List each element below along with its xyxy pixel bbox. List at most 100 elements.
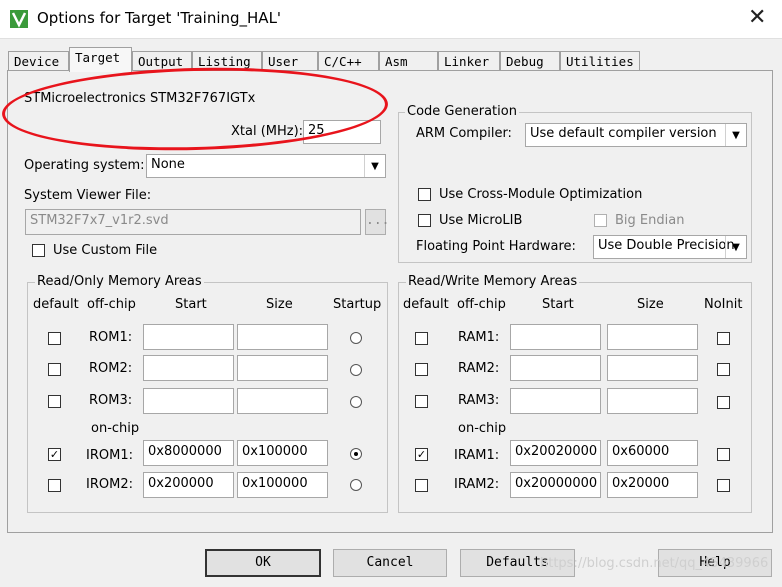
- rom2-size-input[interactable]: [237, 355, 328, 381]
- rom1-startup-radio[interactable]: [350, 332, 362, 344]
- ram3-size-input[interactable]: [607, 388, 698, 414]
- iram1-size-input[interactable]: 0x60000: [607, 440, 698, 466]
- watermark-text: https://blog.csdn.net/qq_45439966: [540, 556, 769, 571]
- rom1-label: ROM1:: [89, 330, 133, 345]
- iram1-start-input[interactable]: 0x20020000: [510, 440, 601, 466]
- ro-memory-legend: Read/Only Memory Areas: [35, 274, 204, 289]
- xtal-label: Xtal (MHz):: [231, 124, 304, 139]
- ram3-start-input[interactable]: [510, 388, 601, 414]
- cross-module-label: Use Cross-Module Optimization: [439, 187, 643, 202]
- rom3-size-input[interactable]: [237, 388, 328, 414]
- rw-header-offchip: off-chip: [457, 297, 506, 312]
- svd-browse-button[interactable]: ...: [365, 209, 389, 235]
- tab-output[interactable]: Output: [132, 51, 192, 71]
- iram1-default-checkbox[interactable]: ✓: [415, 448, 428, 461]
- microlib-checkbox[interactable]: [418, 214, 431, 227]
- ram1-start-input[interactable]: [510, 324, 601, 350]
- xtal-input[interactable]: 25: [303, 120, 381, 144]
- tab-asm[interactable]: Asm: [379, 51, 438, 71]
- chevron-down-icon: ▼: [364, 155, 385, 177]
- irom1-start-input[interactable]: 0x8000000: [143, 440, 234, 466]
- rom2-startup-radio[interactable]: [350, 364, 362, 376]
- fp-label: Floating Point Hardware:: [416, 239, 576, 254]
- irom2-size-input[interactable]: 0x100000: [237, 472, 328, 498]
- iram2-default-checkbox[interactable]: [415, 479, 428, 492]
- ram1-default-checkbox[interactable]: [415, 332, 428, 345]
- tab-utilities[interactable]: Utilities: [560, 51, 640, 71]
- irom1-startup-radio[interactable]: [350, 448, 362, 460]
- chevron-down-icon: ▼: [725, 124, 746, 146]
- os-select[interactable]: None ▼: [146, 154, 386, 178]
- irom1-default-checkbox[interactable]: ✓: [48, 448, 61, 461]
- compiler-select[interactable]: Use default compiler version ▼: [525, 123, 747, 147]
- keil-app-icon: [10, 10, 28, 28]
- svd-input[interactable]: STM32F7x7_v1r2.svd: [25, 209, 361, 235]
- tab-device[interactable]: Device: [8, 51, 69, 71]
- ok-button[interactable]: OK: [205, 549, 321, 577]
- tab-user[interactable]: User: [262, 51, 318, 71]
- cross-module-checkbox[interactable]: [418, 188, 431, 201]
- tab-cc[interactable]: C/C++: [318, 51, 379, 71]
- tab-debug[interactable]: Debug: [500, 51, 560, 71]
- iram1-label: IRAM1:: [454, 448, 500, 463]
- irom2-label: IROM2:: [86, 477, 133, 492]
- irom2-default-checkbox[interactable]: [48, 479, 61, 492]
- irom2-start-input[interactable]: 0x200000: [143, 472, 234, 498]
- ram2-size-input[interactable]: [607, 355, 698, 381]
- ram1-noinit-checkbox[interactable]: [717, 332, 730, 345]
- rw-header-start: Start: [542, 297, 574, 312]
- tab-linker[interactable]: Linker: [438, 51, 500, 71]
- ram3-noinit-checkbox[interactable]: [717, 396, 730, 409]
- ram3-label: RAM3:: [458, 393, 500, 408]
- compiler-value: Use default compiler version: [530, 126, 717, 141]
- rw-onchip-label: on-chip: [458, 421, 507, 436]
- rom3-start-input[interactable]: [143, 388, 234, 414]
- chevron-down-icon: ▼: [725, 236, 746, 258]
- iram2-label: IRAM2:: [454, 477, 500, 492]
- ro-header-default: default: [33, 297, 79, 312]
- tab-listing[interactable]: Listing: [192, 51, 262, 71]
- compiler-label: ARM Compiler:: [416, 126, 512, 141]
- ro-header-size: Size: [266, 297, 293, 312]
- ram2-noinit-checkbox[interactable]: [717, 363, 730, 376]
- svd-label: System Viewer File:: [24, 188, 152, 203]
- custom-file-label: Use Custom File: [53, 243, 158, 258]
- rw-memory-legend: Read/Write Memory Areas: [406, 274, 580, 289]
- rom2-default-checkbox[interactable]: [48, 363, 61, 376]
- big-endian-label: Big Endian: [615, 213, 685, 228]
- microlib-label: Use MicroLIB: [439, 213, 523, 228]
- irom1-size-input[interactable]: 0x100000: [237, 440, 328, 466]
- rom1-size-input[interactable]: [237, 324, 328, 350]
- iram2-start-input[interactable]: 0x20000000: [510, 472, 601, 498]
- ram1-label: RAM1:: [458, 330, 500, 345]
- rom3-default-checkbox[interactable]: [48, 395, 61, 408]
- os-label: Operating system:: [24, 158, 145, 173]
- rw-header-default: default: [403, 297, 449, 312]
- iram2-size-input[interactable]: 0x20000: [607, 472, 698, 498]
- ro-header-offchip: off-chip: [87, 297, 136, 312]
- rw-header-noinit: NoInit: [704, 297, 743, 312]
- device-name: STMicroelectronics STM32F767IGTx: [24, 91, 256, 106]
- rom1-default-checkbox[interactable]: [48, 332, 61, 345]
- rom2-start-input[interactable]: [143, 355, 234, 381]
- ram2-start-input[interactable]: [510, 355, 601, 381]
- rom1-start-input[interactable]: [143, 324, 234, 350]
- irom1-label: IROM1:: [86, 448, 133, 463]
- ram3-default-checkbox[interactable]: [415, 395, 428, 408]
- irom2-startup-radio[interactable]: [350, 479, 362, 491]
- rom3-startup-radio[interactable]: [350, 396, 362, 408]
- ro-header-startup: Startup: [333, 297, 382, 312]
- iram1-noinit-checkbox[interactable]: [717, 448, 730, 461]
- fp-select[interactable]: Use Double Precision ▼: [593, 235, 747, 259]
- custom-file-checkbox[interactable]: [32, 244, 45, 257]
- tab-target[interactable]: Target: [69, 47, 132, 72]
- close-icon[interactable]: ✕: [748, 6, 766, 30]
- iram2-noinit-checkbox[interactable]: [717, 479, 730, 492]
- ram2-default-checkbox[interactable]: [415, 363, 428, 376]
- cancel-button[interactable]: Cancel: [333, 549, 447, 577]
- code-generation-legend: Code Generation: [405, 104, 519, 119]
- ram2-label: RAM2:: [458, 361, 500, 376]
- ram1-size-input[interactable]: [607, 324, 698, 350]
- window-title: Options for Target 'Training_HAL': [37, 9, 282, 27]
- big-endian-checkbox[interactable]: [594, 214, 607, 227]
